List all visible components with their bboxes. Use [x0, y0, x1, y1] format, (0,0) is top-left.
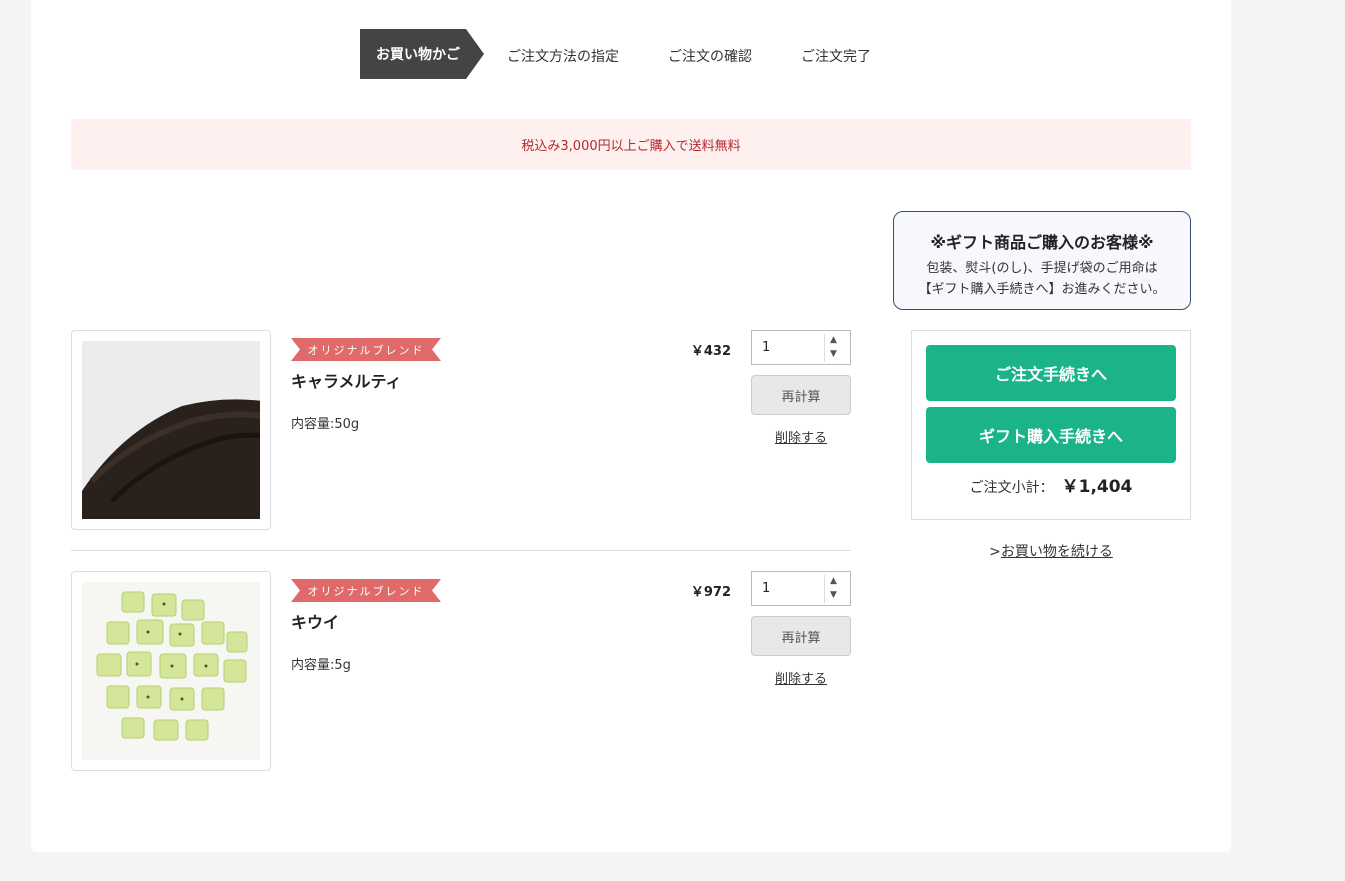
product-price: ￥432 — [690, 344, 731, 359]
recalculate-button[interactable]: 再計算 — [751, 375, 851, 415]
continue-shopping: >お買い物を続ける — [911, 541, 1191, 561]
product-thumbnail[interactable] — [71, 330, 271, 530]
cart-item: オリジナルブレンド キウイ 内容量:5g ￥972 1 ▲ ▼ 再計算 削除する — [71, 571, 851, 772]
blend-badge: オリジナルブレンド — [291, 579, 441, 602]
decrement-icon[interactable]: ▼ — [830, 590, 837, 600]
product-thumbnail[interactable] — [71, 571, 271, 771]
quantity-input[interactable]: 1 ▲ ▼ — [751, 330, 851, 365]
gift-notice-title: ※ギフト商品ご購入のお客様※ — [930, 233, 1154, 252]
blend-badge: オリジナルブレンド — [291, 338, 441, 361]
checkout-steps: お買い物かご — [360, 29, 484, 79]
spinner-divider — [824, 334, 825, 362]
kiwi-pieces-icon — [96, 591, 248, 741]
item-divider — [71, 550, 851, 551]
black-tea-leaves-image — [82, 341, 260, 519]
gift-notice-line2: 【ギフト購入手続きへ】お進みください。 — [918, 282, 1166, 297]
tea-leaves-icon — [82, 399, 260, 519]
subtotal-label: ご注文小計： — [969, 480, 1054, 496]
cart-panel: お買い物かご ご注文方法の指定 ご注文の確認 ご注文完了 税込み3,000円以上… — [31, 0, 1231, 852]
free-shipping-notice: 税込み3,000円以上ご購入で送料無料 — [71, 119, 1191, 170]
continue-prefix: > — [989, 544, 1001, 560]
step-cart-active: お買い物かご — [360, 29, 484, 79]
step-confirm: ご注文の確認 — [668, 49, 752, 65]
dried-kiwi-image — [82, 582, 260, 760]
delete-link[interactable]: 削除する — [751, 427, 851, 446]
decrement-icon[interactable]: ▼ — [830, 349, 837, 359]
order-summary: ご注文手続きへ ギフト購入手続きへ ご注文小計： ￥1,404 — [911, 330, 1191, 520]
product-name[interactable]: キャラメルティ — [291, 368, 402, 392]
product-volume: 内容量:5g — [291, 658, 351, 673]
increment-icon[interactable]: ▲ — [830, 335, 837, 345]
delete-link[interactable]: 削除する — [751, 668, 851, 687]
quantity-input[interactable]: 1 ▲ ▼ — [751, 571, 851, 606]
quantity-value: 1 — [762, 340, 771, 355]
increment-icon[interactable]: ▲ — [830, 576, 837, 586]
quantity-value: 1 — [762, 581, 771, 596]
step-complete: ご注文完了 — [801, 49, 871, 65]
subtotal-value: ￥1,404 — [1061, 477, 1133, 497]
gift-checkout-button[interactable]: ギフト購入手続きへ — [926, 407, 1176, 463]
recalculate-button[interactable]: 再計算 — [751, 616, 851, 656]
gift-notice-line1: 包装、熨斗(のし)、手提げ袋のご用命は — [926, 261, 1158, 276]
spinner-divider — [824, 575, 825, 603]
continue-shopping-link[interactable]: お買い物を続ける — [1001, 544, 1113, 560]
subtotal: ご注文小計： ￥1,404 — [912, 472, 1190, 497]
product-volume: 内容量:50g — [291, 417, 360, 432]
step-order-method: ご注文方法の指定 — [507, 49, 619, 65]
product-price: ￥972 — [690, 585, 731, 600]
checkout-button[interactable]: ご注文手続きへ — [926, 345, 1176, 401]
gift-notice-box: ※ギフト商品ご購入のお客様※ 包装、熨斗(のし)、手提げ袋のご用命は 【ギフト購… — [893, 211, 1191, 310]
product-name[interactable]: キウイ — [291, 609, 339, 633]
cart-item: オリジナルブレンド キャラメルティ 内容量:50g ￥432 1 ▲ ▼ 再計算… — [71, 330, 851, 531]
